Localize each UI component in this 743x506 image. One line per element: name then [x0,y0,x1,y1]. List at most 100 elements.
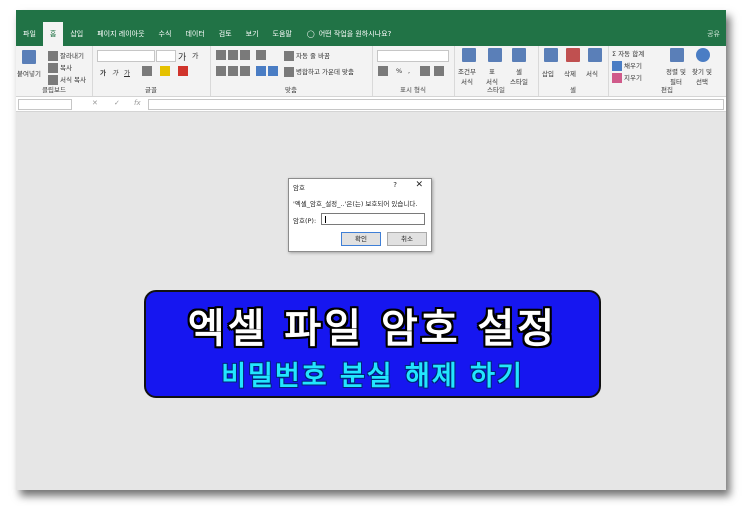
group-font: 가 가 가 가 가 글꼴 [92,46,211,96]
merge-center-button[interactable]: 병합하고 가운데 맞춤 [284,66,354,77]
tab-data[interactable]: 데이터 [178,22,211,46]
decrease-decimal-button[interactable] [434,66,446,76]
ribbon-home: 붙여넣기 잘라내기 복사 서식 복사 클립보드 가 가 가 가 가 글꼴 자동 … [16,46,726,97]
fill-color-icon [160,66,170,76]
conditional-format-button[interactable]: 조건부 서식 [458,66,476,86]
top-align-button[interactable] [216,50,228,60]
password-input[interactable] [321,213,425,225]
insert-cells-button[interactable]: 삽입 [542,68,554,78]
left-align-button[interactable] [216,66,228,76]
orientation-icon [256,50,266,60]
formula-bar: ✕ ✓ fx [16,97,726,112]
font-color-icon [178,66,188,76]
tell-me-search[interactable]: ◯ 어떤 작업을 원하시나요? [299,29,391,39]
font-name-select[interactable] [97,50,155,62]
tell-me-text: 어떤 작업을 원하시나요? [318,30,392,38]
comma-button[interactable]: , [408,67,410,75]
format-as-table-button[interactable]: 표 서식 [486,66,498,86]
title-banner: 엑셀 파일 암호 설정 비밀번호 분실 해제 하기 [144,290,601,398]
cancel-button[interactable]: 취소 [387,232,427,246]
wrap-text-icon [284,51,294,61]
sigma-icon: Σ [612,50,617,58]
group-clipboard: 붙여넣기 잘라내기 복사 서식 복사 클립보드 [16,46,93,96]
fill-button[interactable]: 채우기 [612,60,642,71]
dialog-title: 암호 [293,184,305,192]
tab-insert[interactable]: 삽입 [63,22,90,46]
wrap-text-button[interactable]: 자동 줄 바꿈 [284,50,330,61]
fill-color-button[interactable] [160,66,172,76]
number-format-select[interactable] [377,50,449,62]
formula-input[interactable] [148,99,724,110]
cell-styles-button[interactable]: 셀 스타일 [510,66,528,86]
shrink-font-button[interactable]: 가 [192,51,198,61]
find-select-button[interactable]: 찾기 및 선택 [692,66,712,86]
tab-page-layout[interactable]: 페이지 레이아웃 [90,22,151,46]
italic-button[interactable]: 가 [112,67,118,77]
paste-button[interactable]: 붙여넣기 [17,68,41,78]
cancel-icon[interactable]: ✕ [92,99,98,107]
cell-styles-icon [512,48,526,62]
increase-decimal-button[interactable] [420,66,432,76]
tab-review[interactable]: 검토 [212,22,239,46]
middle-align-button[interactable] [228,50,240,60]
bold-button[interactable]: 가 [100,67,106,77]
autosum-button[interactable]: Σ 자동 합계 [612,48,644,58]
paste-icon [22,50,36,64]
table-format-icon [488,48,502,62]
bottom-align-button[interactable] [240,50,252,60]
align-top-icon [216,50,226,60]
banner-subtitle: 비밀번호 분실 해제 하기 [221,361,524,392]
insert-function-button[interactable]: fx [134,99,141,107]
group-cells: 삽입 삭제 서식 셀 [538,46,609,96]
group-label-number: 표시 형식 [400,86,426,94]
tab-view[interactable]: 보기 [239,22,266,46]
name-box[interactable] [18,99,72,110]
right-align-button[interactable] [240,66,252,76]
check-icon[interactable]: ✓ [114,99,120,107]
currency-button[interactable] [378,66,390,76]
sort-filter-button[interactable]: 정렬 및 필터 [666,66,686,86]
align-left-icon [216,66,226,76]
excel-window: 파일 홈 삽입 페이지 레이아웃 수식 데이터 검토 보기 도움말 ◯ 어떤 작… [16,10,726,490]
tab-home[interactable]: 홈 [42,22,64,46]
group-alignment: 자동 줄 바꿈 병합하고 가운데 맞춤 맞춤 [210,46,373,96]
increase-indent-button[interactable] [268,66,280,76]
close-icon[interactable]: ✕ [415,180,423,190]
underline-button[interactable]: 가 [124,67,130,77]
format-cells-button[interactable]: 서식 [586,68,598,78]
dialog-message: '엑셀_암호_설정_..'은(는) 보호되어 있습니다. [293,200,418,208]
group-label-editing: 편집 [661,86,673,94]
group-number: % , 표시 형식 [372,46,455,96]
font-size-select[interactable] [156,50,176,62]
percent-button[interactable]: % [396,67,402,75]
ok-button[interactable]: 확인 [341,232,381,246]
delete-cells-button[interactable]: 삭제 [564,68,576,78]
copy-button[interactable]: 복사 [48,62,72,73]
help-button[interactable]: ? [393,181,397,189]
password-dialog: 암호 ? ✕ '엑셀_암호_설정_..'은(는) 보호되어 있습니다. 암호(P… [288,178,432,252]
tab-formulas[interactable]: 수식 [152,22,179,46]
border-button[interactable] [142,66,154,76]
clear-button[interactable]: 지우기 [612,72,642,83]
merge-icon [284,67,294,77]
tab-help[interactable]: 도움말 [266,22,299,46]
scissors-icon [48,51,58,61]
grow-font-button[interactable]: 가 [178,50,186,63]
decrease-indent-button[interactable] [256,66,268,76]
sort-filter-icon [670,48,684,62]
cut-button[interactable]: 잘라내기 [48,50,84,61]
search-icon [696,48,710,62]
orientation-button[interactable] [256,50,268,60]
password-label: 암호(P): [293,217,317,225]
share-button[interactable]: 공유 [707,22,720,46]
font-color-button[interactable] [178,66,190,76]
tab-file[interactable]: 파일 [16,22,43,46]
align-bottom-icon [240,50,250,60]
title-bar [16,10,726,22]
center-align-button[interactable] [228,66,240,76]
format-cells-icon [588,48,602,62]
fill-down-icon [612,61,622,71]
ribbon-tabs: 파일 홈 삽입 페이지 레이아웃 수식 데이터 검토 보기 도움말 ◯ 어떤 작… [16,22,726,46]
increase-decimal-icon [420,66,430,76]
group-label-font: 글꼴 [145,86,157,94]
